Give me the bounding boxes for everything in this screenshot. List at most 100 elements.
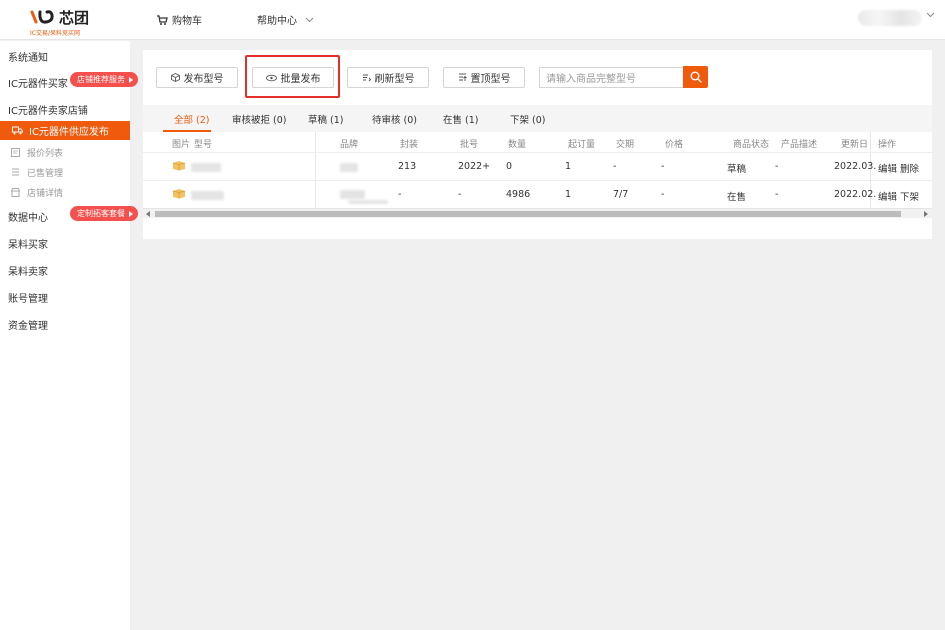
search-input[interactable]: 请输入商品完整型号: [539, 67, 684, 88]
cell-updated: 2022.03.: [834, 161, 877, 172]
button-label: 发布型号: [183, 74, 224, 85]
th-package: 封装: [400, 140, 419, 150]
th-actions: 操作: [878, 140, 897, 150]
sidebar: 系统通知 IC元器件买家 店铺推荐服务 IC元器件卖家店铺 IC元器件供应发布 …: [0, 41, 138, 630]
th-moq: 起订量: [568, 140, 596, 150]
cell-lead-time: 7/7: [613, 189, 629, 200]
badge-label: 店铺推荐服务: [77, 75, 125, 84]
refresh-model-button[interactable]: 刷新型号: [347, 67, 429, 88]
store-promo-badge[interactable]: 店铺推荐服务: [70, 72, 138, 87]
th-price: 价格: [665, 140, 684, 150]
take-down-link[interactable]: 下架: [900, 189, 919, 203]
sidebar-active-label: IC元器件供应发布: [29, 127, 109, 138]
help-label: 帮助中心: [257, 16, 297, 27]
logo-mark-icon: [30, 10, 54, 24]
th-status: 商品状态: [733, 140, 770, 150]
cart-label: 购物车: [172, 16, 202, 27]
th-updated: 更新日: [841, 140, 869, 150]
scroll-right-icon[interactable]: [924, 211, 928, 217]
cell-description: -: [775, 189, 779, 200]
sidebar-item-ic-buyer[interactable]: IC元器件买家: [8, 75, 68, 90]
cell-batch: 2022+: [458, 161, 491, 172]
sidebar-item-funds[interactable]: 资金管理: [8, 317, 48, 332]
table-header: 图片 型号 品牌 封装 批号 数量 起订量 交期 价格 商品状态 产品描述 更新…: [143, 132, 932, 152]
cell-package: 213: [398, 161, 417, 172]
cell-status: 在售: [727, 192, 747, 203]
model-redacted: [191, 163, 221, 172]
top-header: 芯团 IC交易/呆料竞买网 购物车 帮助中心: [0, 0, 945, 40]
truck-icon: [12, 126, 23, 135]
brand-redacted: [340, 190, 365, 199]
tab-all[interactable]: 全部 (2): [174, 112, 209, 126]
pin-top-icon: [458, 73, 467, 81]
box-icon: [170, 73, 180, 82]
store-icon: [11, 188, 20, 197]
sidebar-item-surplus-buyer[interactable]: 呆料买家: [8, 236, 48, 251]
sidebar-subitem-label: 已售管理: [27, 169, 64, 179]
refresh-icon: [362, 74, 371, 82]
sidebar-subitem-store-details[interactable]: 店铺详情: [11, 186, 63, 199]
tab-off-shelf[interactable]: 下架 (0): [510, 112, 545, 126]
sidebar-subitem-quote-list[interactable]: 报价列表: [11, 146, 63, 159]
logo[interactable]: 芯团 IC交易/呆料竞买网: [30, 7, 100, 38]
tab-rejected[interactable]: 审核被拒 (0): [232, 112, 286, 126]
cell-price: -: [661, 189, 665, 200]
table-row[interactable]: - - 4986 1 7/7 - 在售 - 2022.02. 编辑 下架: [143, 180, 932, 208]
cell-lead-time: -: [613, 161, 617, 172]
search-button[interactable]: [683, 66, 708, 88]
sidebar-item-ic-seller-store[interactable]: IC元器件卖家店铺: [8, 102, 88, 117]
cell-moq: 1: [565, 189, 572, 200]
cell-updated: 2022.02.: [834, 189, 877, 200]
user-chevron-down-icon[interactable]: [926, 12, 935, 18]
highlight-box: [245, 55, 340, 98]
list-icon: [11, 148, 20, 157]
th-batch: 批号: [460, 140, 479, 150]
logo-subtitle: IC交易/呆料竞买网: [30, 30, 80, 37]
tab-on-sale[interactable]: 在售 (1): [443, 112, 478, 126]
custom-package-badge[interactable]: 定制拓客套餐: [70, 206, 138, 221]
pin-top-model-button[interactable]: 置顶型号: [443, 67, 525, 88]
caret-right-icon: [129, 210, 133, 217]
chevron-down-icon: [305, 17, 314, 22]
tab-pending[interactable]: 待审核 (0): [372, 112, 417, 126]
cell-package: -: [398, 189, 402, 200]
publish-model-button[interactable]: 发布型号: [156, 67, 238, 88]
sidebar-item-data-center[interactable]: 数据中心: [8, 209, 48, 224]
sidebar-item-notices[interactable]: 系统通知: [8, 49, 48, 64]
cell-moq: 1: [565, 161, 572, 172]
button-label: 置顶型号: [470, 74, 511, 85]
sidebar-item-ic-supply-publish[interactable]: IC元器件供应发布: [0, 121, 130, 140]
nav-cart[interactable]: 购物车: [157, 12, 202, 27]
model-redacted: [191, 191, 224, 200]
th-brand: 品牌: [340, 140, 359, 150]
sidebar-item-account[interactable]: 账号管理: [8, 290, 48, 305]
cell-batch: -: [458, 189, 462, 200]
cell-price: -: [661, 161, 665, 172]
caret-right-icon: [129, 76, 133, 83]
th-model: 型号: [194, 140, 213, 150]
edit-link[interactable]: 编辑: [878, 189, 897, 203]
edit-link[interactable]: 编辑: [878, 161, 897, 175]
horizontal-scrollbar[interactable]: [143, 208, 932, 218]
table-row[interactable]: 213 2022+ 0 1 - - 草稿 - 2022.03. 编辑 删除: [143, 152, 932, 180]
scroll-left-icon[interactable]: [146, 211, 150, 217]
cell-quantity: 0: [506, 161, 513, 172]
nav-help-center[interactable]: 帮助中心: [257, 12, 314, 27]
sidebar-subitem-sold[interactable]: 已售管理: [11, 166, 63, 179]
cell-status: 草稿: [727, 164, 747, 175]
search-icon: [690, 71, 702, 83]
main-panel: 发布型号 批量发布 刷新型号 置顶型号 请输入商品完整型号 全部 (2) 审核被…: [143, 50, 932, 239]
delete-link[interactable]: 删除: [900, 161, 919, 175]
user-avatar-name[interactable]: [858, 10, 922, 26]
scrollbar-thumb[interactable]: [155, 211, 901, 217]
sidebar-item-surplus-seller[interactable]: 呆料卖家: [8, 263, 48, 278]
logo-text: 芯团: [59, 8, 90, 27]
status-tabs: 全部 (2) 审核被拒 (0) 草稿 (1) 待审核 (0) 在售 (1) 下架…: [143, 105, 932, 132]
product-box-icon: [172, 161, 186, 171]
cell-quantity: 4986: [506, 189, 531, 200]
badge-label: 定制拓客套餐: [77, 209, 125, 218]
tab-draft[interactable]: 草稿 (1): [308, 112, 343, 126]
th-quantity: 数量: [508, 140, 527, 150]
sidebar-subitem-label: 店铺详情: [27, 189, 64, 199]
brand-redacted: [340, 163, 358, 172]
